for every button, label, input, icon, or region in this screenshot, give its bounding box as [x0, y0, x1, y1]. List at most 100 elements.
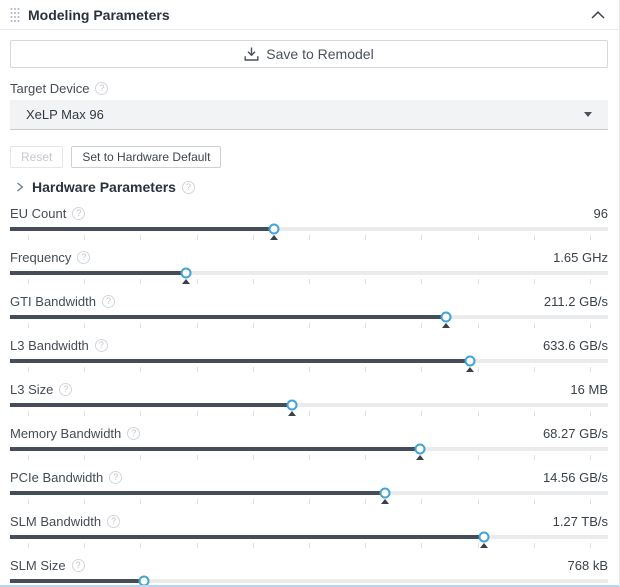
parameter-header: PCIe Bandwidth ? 14.56 GB/s [10, 467, 608, 487]
save-button-label: Save to Remodel [266, 46, 373, 62]
parameter-label: L3 Bandwidth [10, 338, 89, 353]
tick-mark [140, 279, 141, 284]
set-hardware-default-button[interactable]: Set to Hardware Default [71, 146, 221, 168]
sliders-list: EU Count ? 96 Frequency ? 1.65 GHz GTI B… [10, 203, 608, 587]
slider-handle[interactable] [286, 400, 297, 411]
slider-track[interactable] [10, 579, 608, 583]
help-icon[interactable]: ? [107, 515, 120, 528]
tick-mark [28, 543, 29, 548]
parameter-row: SLM Bandwidth ? 1.27 TB/s [10, 511, 608, 555]
tick-mark [421, 499, 422, 504]
slider-handle[interactable] [180, 268, 191, 279]
tick-mark [84, 235, 85, 240]
help-icon[interactable]: ? [77, 251, 90, 264]
tick-mark [197, 235, 198, 240]
help-icon[interactable]: ? [102, 295, 115, 308]
parameter-label: L3 Size [10, 382, 53, 397]
tick-mark [421, 411, 422, 416]
slider-track-fill [10, 579, 144, 583]
help-icon[interactable]: ? [127, 427, 140, 440]
tick-mark [478, 455, 479, 460]
slider-track[interactable] [10, 491, 608, 495]
slider-handle[interactable] [414, 444, 425, 455]
target-device-value: XeLP Max 96 [26, 107, 104, 122]
help-icon[interactable]: ? [95, 339, 108, 352]
target-device-select[interactable]: XeLP Max 96 [10, 100, 608, 130]
tick-mark [253, 543, 254, 548]
help-icon[interactable]: ? [72, 559, 85, 572]
parameter-value: 1.65 GHz [553, 250, 608, 265]
parameter-row: Frequency ? 1.65 GHz [10, 247, 608, 291]
slider-ticks [10, 278, 608, 287]
slider-ticks [10, 454, 608, 463]
tick-mark [28, 455, 29, 460]
tick-mark [590, 235, 591, 240]
tick-mark [253, 367, 254, 372]
parameter-value: 68.27 GB/s [543, 426, 608, 441]
tick-mark [253, 323, 254, 328]
parameter-header: L3 Bandwidth ? 633.6 GB/s [10, 335, 608, 355]
tick-mark [590, 499, 591, 504]
tick-mark [478, 279, 479, 284]
tick-mark [309, 543, 310, 548]
tick-mark [590, 411, 591, 416]
tick-mark [253, 499, 254, 504]
tick-mark [365, 499, 366, 504]
tick-mark [421, 367, 422, 372]
help-icon[interactable]: ? [59, 383, 72, 396]
tick-mark [309, 235, 310, 240]
save-to-remodel-button[interactable]: Save to Remodel [10, 40, 608, 68]
slider-handle[interactable] [479, 532, 490, 543]
slider-track-fill [10, 491, 385, 495]
slider-track[interactable] [10, 271, 608, 275]
tick-mark [478, 499, 479, 504]
parameter-row: L3 Size ? 16 MB [10, 379, 608, 423]
tick-mark [365, 411, 366, 416]
tick-mark [309, 411, 310, 416]
modeling-parameters-panel: Modeling Parameters Save to Remodel Ta [0, 0, 620, 587]
tick-mark [534, 323, 535, 328]
help-icon[interactable]: ? [95, 82, 108, 95]
slider-track[interactable] [10, 447, 608, 451]
target-device-label: Target Device [10, 81, 89, 96]
slider-track-fill [10, 535, 484, 539]
drag-handle-icon[interactable] [10, 7, 20, 23]
slider-track[interactable] [10, 227, 608, 231]
parameter-label: SLM Bandwidth [10, 514, 101, 529]
tick-mark [534, 279, 535, 284]
tick-mark [84, 499, 85, 504]
parameter-value: 1.27 TB/s [553, 514, 608, 529]
parameter-row: GTI Bandwidth ? 211.2 GB/s [10, 291, 608, 335]
slider-ticks [10, 234, 608, 243]
slider-track-fill [10, 403, 292, 407]
help-icon[interactable]: ? [109, 471, 122, 484]
slider-handle[interactable] [379, 488, 390, 499]
tick-mark [309, 323, 310, 328]
tick-mark [590, 367, 591, 372]
slider-track[interactable] [10, 535, 608, 539]
target-device-field-label: Target Device ? [10, 81, 608, 96]
collapse-chevron-up-icon[interactable] [591, 11, 605, 19]
tick-mark [534, 499, 535, 504]
slider-handle[interactable] [269, 224, 280, 235]
slider-track[interactable] [10, 359, 608, 363]
slider-track[interactable] [10, 315, 608, 319]
tick-mark [590, 543, 591, 548]
parameter-header: SLM Bandwidth ? 1.27 TB/s [10, 511, 608, 531]
tick-mark [590, 323, 591, 328]
help-icon[interactable]: ? [182, 181, 195, 194]
slider-handle[interactable] [464, 356, 475, 367]
default-value-marker [182, 279, 190, 284]
tick-mark [197, 323, 198, 328]
tick-mark [28, 235, 29, 240]
tick-mark [84, 455, 85, 460]
hardware-parameters-header[interactable]: Hardware Parameters ? [10, 177, 608, 197]
slider-track[interactable] [10, 403, 608, 407]
help-icon[interactable]: ? [72, 207, 85, 220]
tick-mark [534, 235, 535, 240]
reset-button[interactable]: Reset [10, 146, 63, 168]
slider-handle[interactable] [440, 312, 451, 323]
tick-mark [253, 279, 254, 284]
tick-mark [478, 367, 479, 372]
tick-mark [253, 411, 254, 416]
